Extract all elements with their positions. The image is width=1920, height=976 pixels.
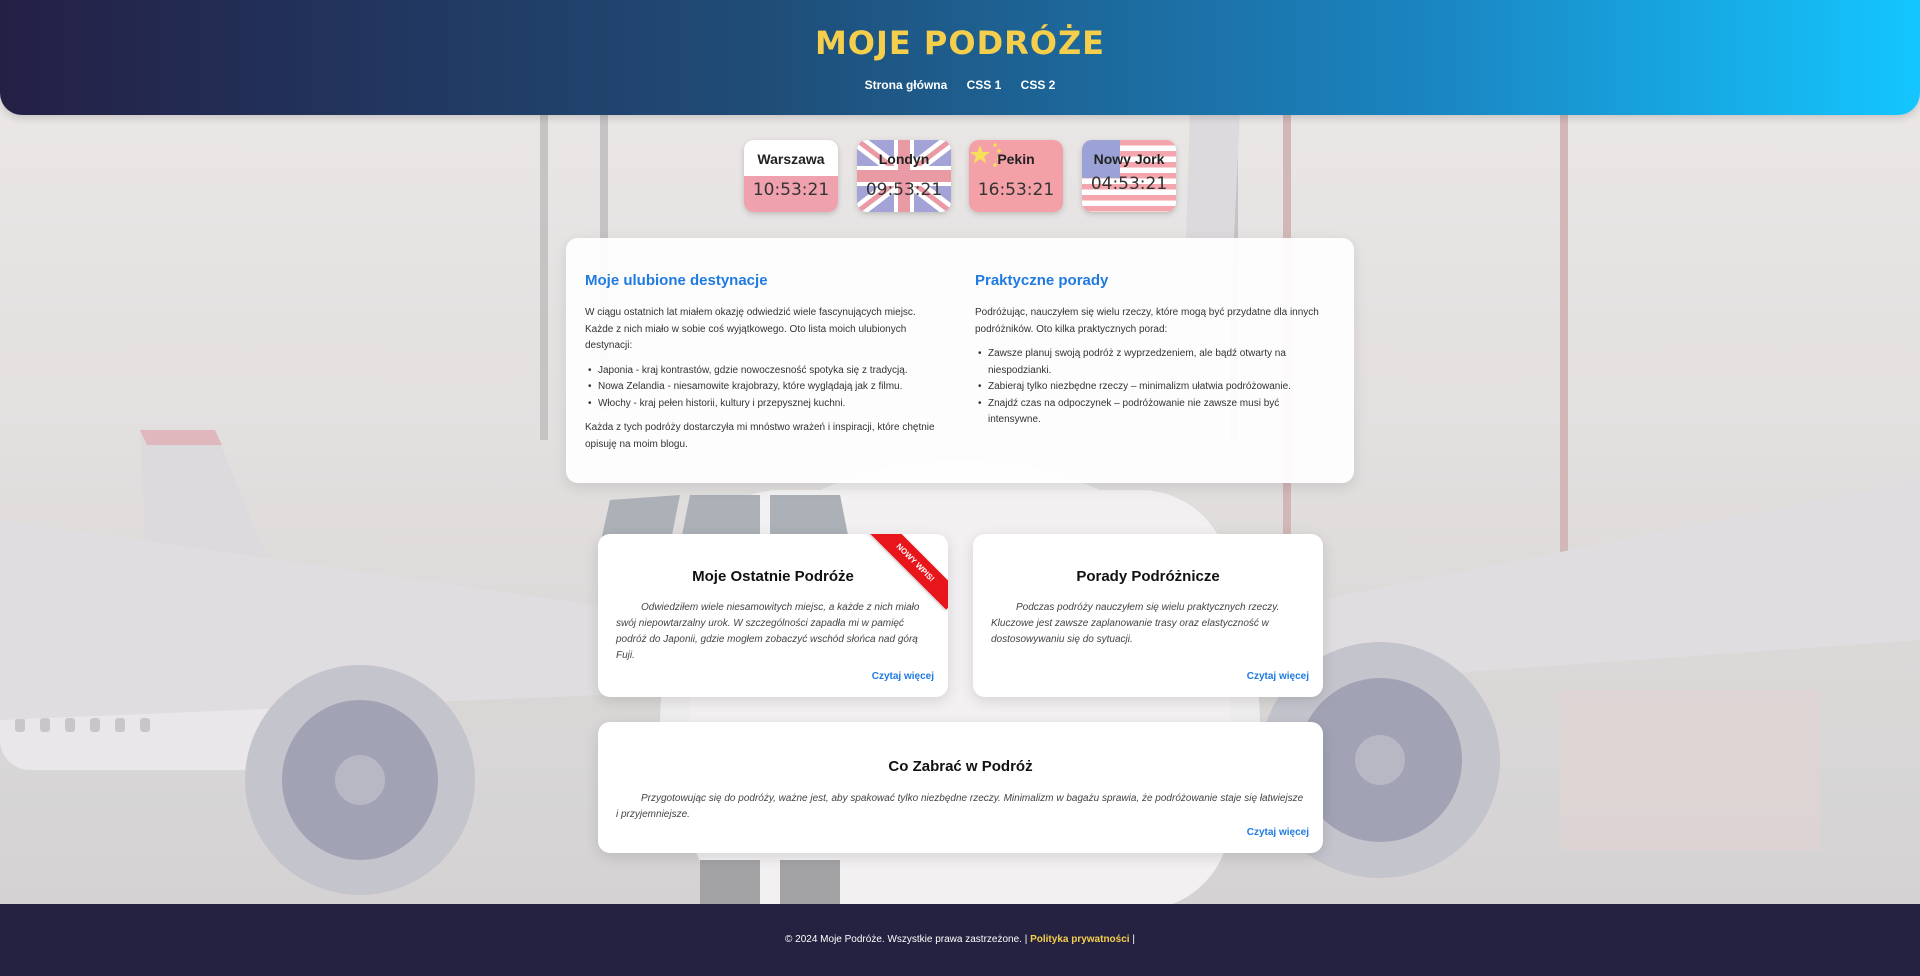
card-title: Moje Ostatnie Podróże [692, 568, 854, 585]
card-title: Porady Podróżnicze [1076, 568, 1220, 585]
card-text: Podczas podróży nauczyłem się wielu prak… [991, 602, 1280, 645]
clock-londyn: Londyn 09:53:21 [857, 140, 951, 212]
read-more-link[interactable]: Czytaj więcej [1247, 671, 1309, 682]
clock-pekin: Pekin 16:53:21 [969, 140, 1063, 212]
clock-city: Nowy Jork [1093, 151, 1165, 167]
list-item: Zabieraj tylko niezbędne rzeczy – minima… [975, 379, 1331, 396]
clock-time: 09:53:21 [865, 180, 943, 200]
site-title: MOJE PODRÓŻE [814, 24, 1106, 62]
clock-city: Pekin [997, 151, 1035, 167]
card-title: Co Zabrać w Podróż [888, 758, 1033, 775]
card-text: Odwiedziłem wiele niesamowitych miejsc, … [616, 602, 920, 661]
privacy-policy-link[interactable]: Polityka prywatności [1030, 934, 1129, 945]
tips-heading: Praktyczne porady [975, 272, 1109, 289]
footer-separator: | [1132, 934, 1135, 945]
list-item: Nowa Zelandia - niesamowite krajobrazy, … [585, 379, 941, 396]
clock-time: 16:53:21 [977, 180, 1055, 200]
list-item: Zawsze planuj swoją podróż z wyprzedzeni… [975, 346, 1331, 379]
footer-copyright: © 2024 Moje Podróże. Wszystkie prawa zas… [785, 934, 1028, 945]
site-header: MOJE PODRÓŻE Strona główna CSS 1 CSS 2 [0, 0, 1920, 115]
destinations-heading: Moje ulubione destynacje [585, 272, 768, 289]
destinations-intro: W ciągu ostatnich lat miałem okazję odwi… [585, 307, 916, 351]
card-travel-tips: Porady Podróżnicze Podczas podróży naucz… [973, 534, 1323, 697]
clock-warszawa: Warszawa 10:53:21 [744, 140, 838, 212]
world-clocks: Warszawa 10:53:21 Londyn 09:53:21 Pekin … [744, 140, 1178, 214]
tips-list: Zawsze planuj swoją podróż z wyprzedzeni… [975, 346, 1331, 429]
site-footer: © 2024 Moje Podróże. Wszystkie prawa zas… [0, 904, 1920, 976]
nav-link-css2[interactable]: CSS 2 [1021, 78, 1056, 92]
list-item: Znajdź czas na odpoczynek – podróżowanie… [975, 396, 1331, 429]
read-more-link[interactable]: Czytaj więcej [872, 671, 934, 682]
clock-time: 10:53:21 [752, 180, 830, 200]
list-item: Japonia - kraj kontrastów, gdzie nowocze… [585, 363, 941, 380]
clock-city: Londyn [878, 151, 930, 167]
tips-section: Praktyczne porady Podróżując, nauczyłem … [975, 272, 1331, 437]
info-panel: Moje ulubione destynacje W ciągu ostatni… [566, 238, 1354, 483]
list-item: Włochy - kraj pełen historii, kultury i … [585, 396, 941, 413]
tips-intro: Podróżując, nauczyłem się wielu rzeczy, … [975, 307, 1319, 335]
destinations-list: Japonia - kraj kontrastów, gdzie nowocze… [585, 363, 941, 413]
card-recent-trips: NOWY WPIS! Moje Ostatnie Podróże Odwiedz… [598, 534, 948, 697]
read-more-link[interactable]: Czytaj więcej [1247, 827, 1309, 838]
destinations-section: Moje ulubione destynacje W ciągu ostatni… [585, 272, 941, 461]
destinations-outro: Każda z tych podróży dostarczyła mi mnós… [585, 422, 935, 450]
card-text: Przygotowując się do podróży, ważne jest… [616, 793, 1304, 820]
clock-nowy-jork: Nowy Jork 04:53:21 [1082, 140, 1176, 212]
clock-city: Warszawa [757, 151, 825, 167]
main-nav: Strona główna CSS 1 CSS 2 [0, 78, 1920, 92]
nav-link-css1[interactable]: CSS 1 [967, 78, 1002, 92]
nav-link-home[interactable]: Strona główna [865, 78, 948, 92]
clock-time: 04:53:21 [1090, 174, 1168, 194]
card-packing: Co Zabrać w Podróż Przygotowując się do … [598, 722, 1323, 853]
